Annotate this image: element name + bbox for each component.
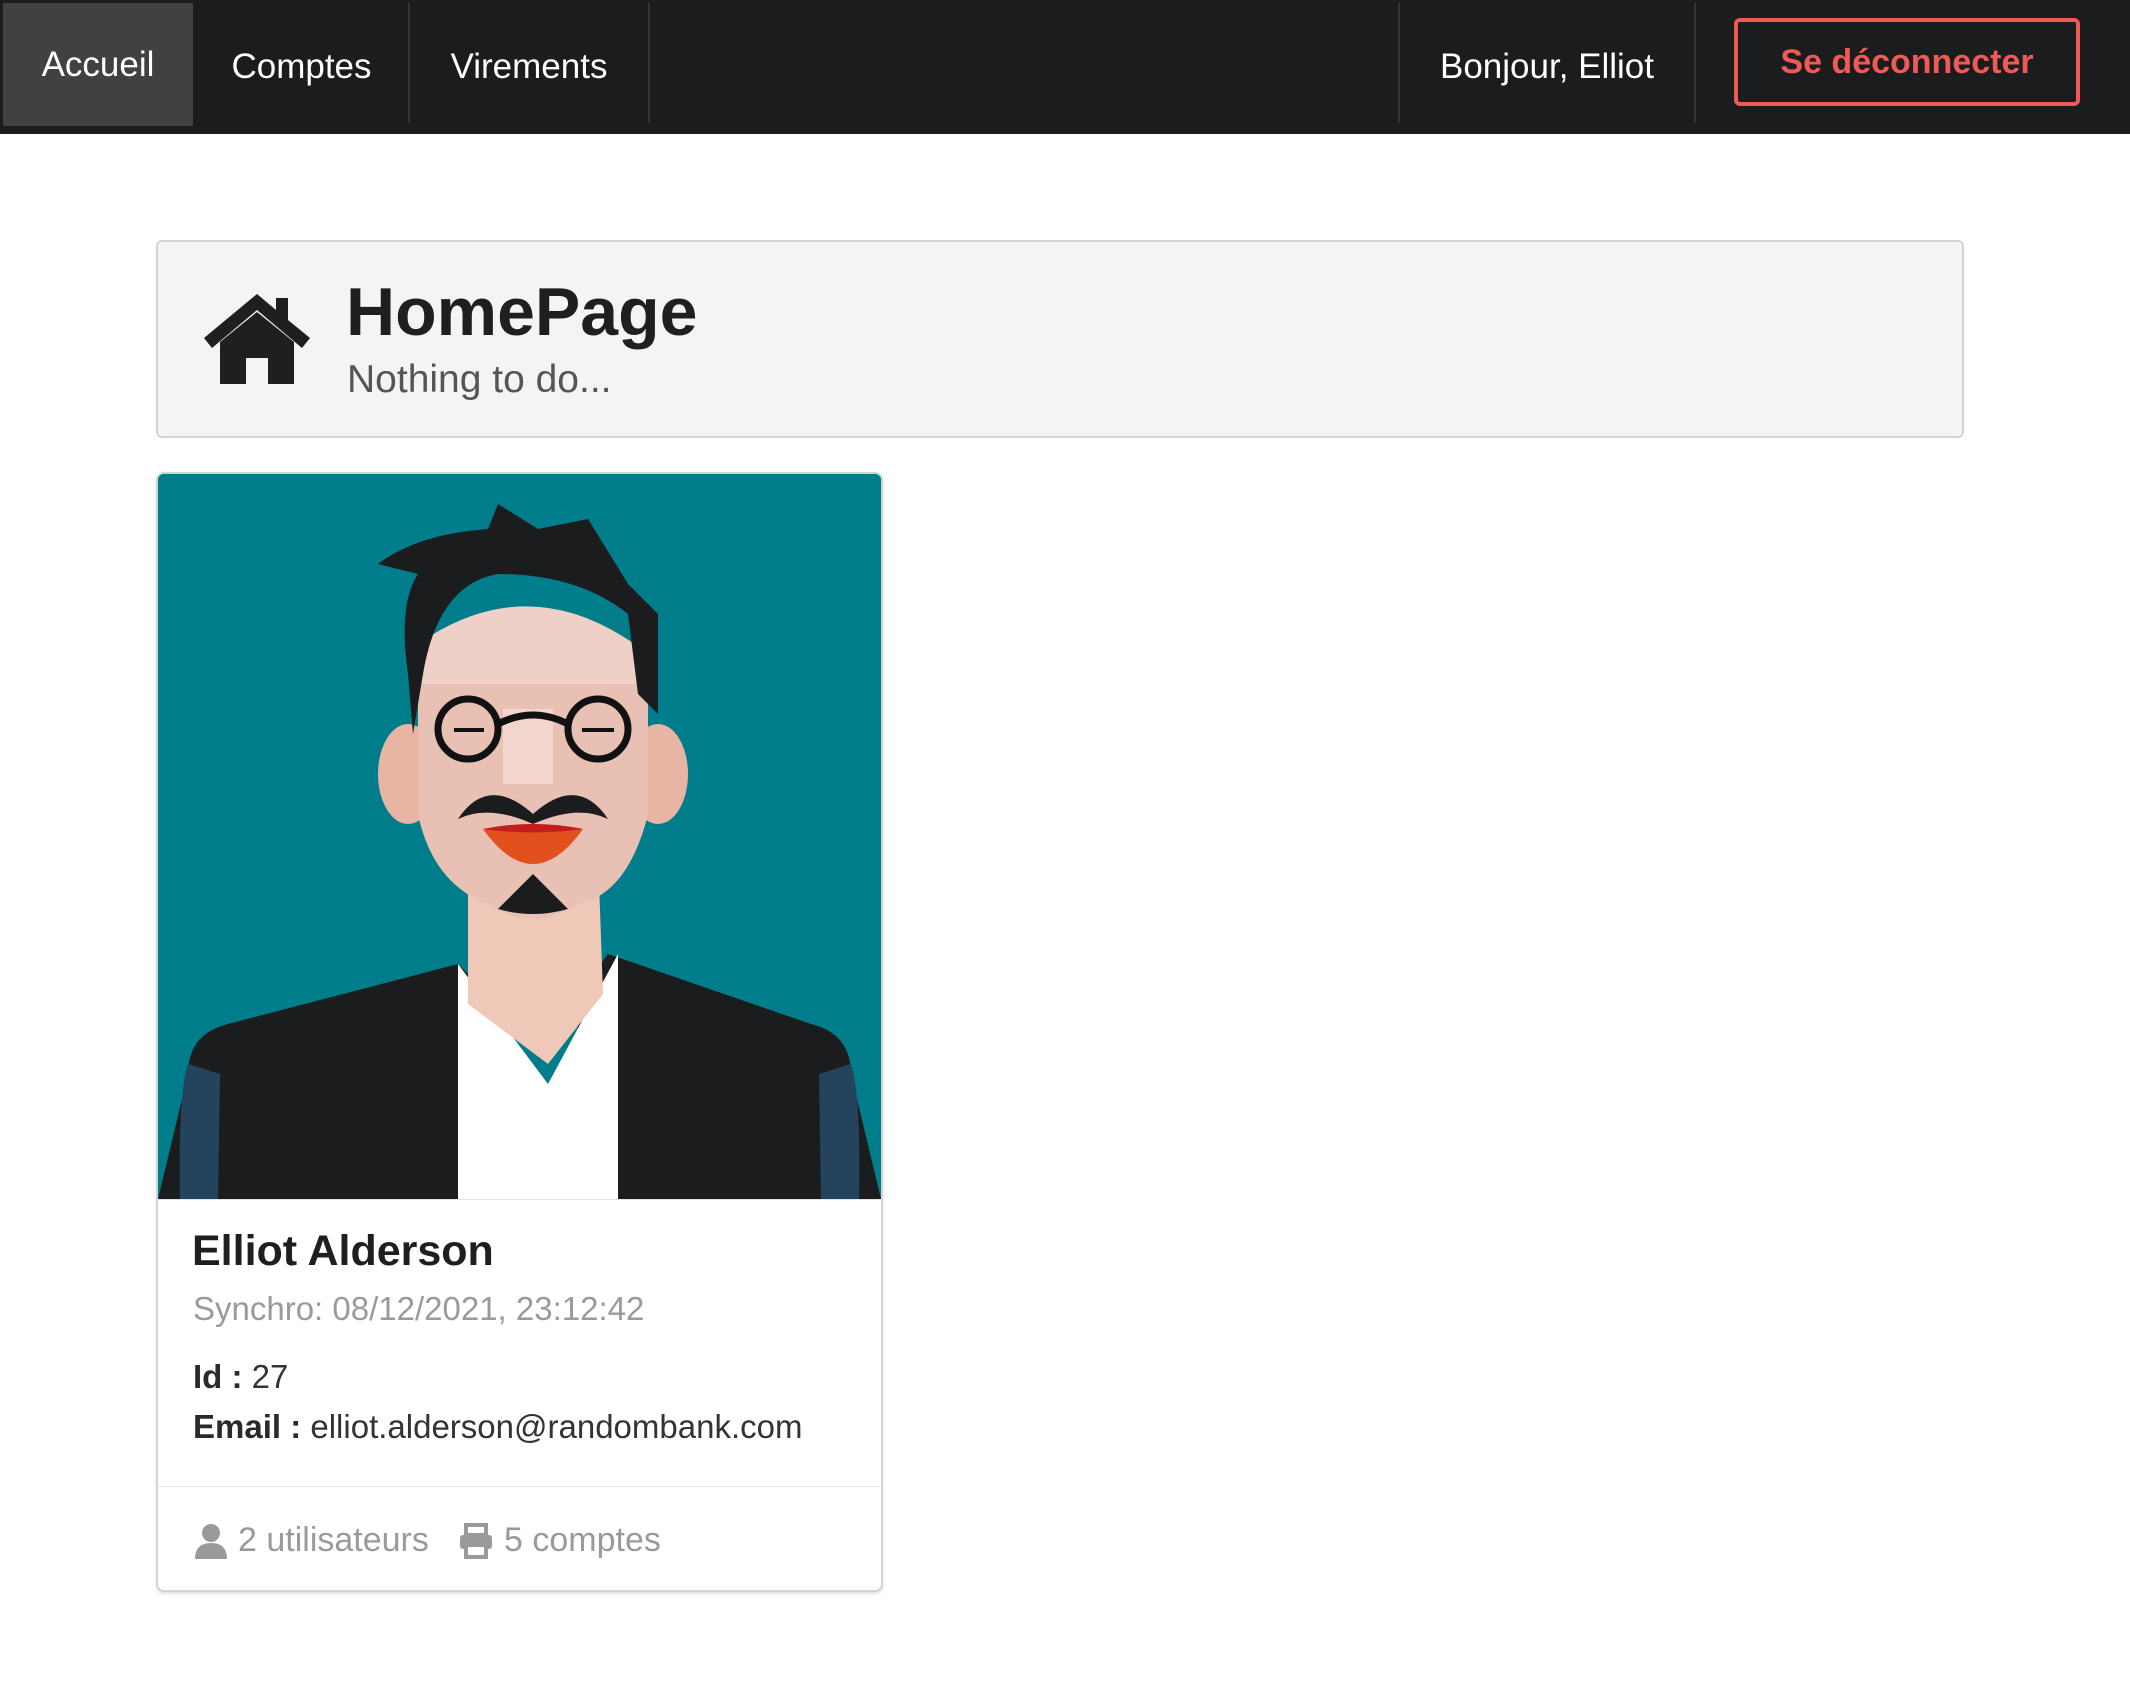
logout-button[interactable]: Se déconnecter xyxy=(1734,18,2080,106)
nav-item-accueil[interactable]: Accueil xyxy=(3,3,193,126)
users-count-link[interactable]: 2 utilisateurs xyxy=(194,1521,429,1560)
profile-email-line: Email : elliot.alderson@randombank.com xyxy=(193,1410,802,1443)
avatar xyxy=(158,474,881,1199)
id-label: Id : xyxy=(193,1358,243,1395)
user-icon xyxy=(195,1523,227,1559)
card-extra: 2 utilisateurs 5 comptes xyxy=(158,1486,881,1590)
profile-name: Elliot Alderson xyxy=(192,1227,494,1275)
users-count: 2 utilisateurs xyxy=(238,1521,429,1559)
profile-card: Elliot Alderson Synchro: 08/12/2021, 23:… xyxy=(156,472,883,1592)
profile-id-line: Id : 27 xyxy=(193,1360,288,1393)
nav-item-comptes[interactable]: Comptes xyxy=(195,0,408,134)
nav-item-virements[interactable]: Virements xyxy=(410,0,648,134)
nav-divider xyxy=(648,3,650,123)
page-title: HomePage xyxy=(346,274,698,350)
email-value: elliot.alderson@randombank.com xyxy=(310,1408,803,1445)
home-icon xyxy=(204,294,310,384)
page-subtitle: Nothing to do... xyxy=(347,358,612,401)
print-icon xyxy=(460,1522,492,1559)
page-header: HomePage Nothing to do... xyxy=(156,240,1964,438)
greeting-text: Bonjour, Elliot xyxy=(1439,47,1655,86)
accounts-count: 5 comptes xyxy=(504,1521,661,1559)
nav-divider xyxy=(1694,3,1696,123)
id-value: 27 xyxy=(251,1358,289,1395)
card-content: Elliot Alderson Synchro: 08/12/2021, 23:… xyxy=(158,1199,881,1443)
sync-timestamp: Synchro: 08/12/2021, 23:12:42 xyxy=(193,1290,645,1327)
email-label: Email : xyxy=(193,1408,302,1445)
accounts-count-link[interactable]: 5 comptes xyxy=(458,1521,661,1560)
top-menu-bar: Accueil Comptes Virements Bonjour, Ellio… xyxy=(0,0,2130,134)
